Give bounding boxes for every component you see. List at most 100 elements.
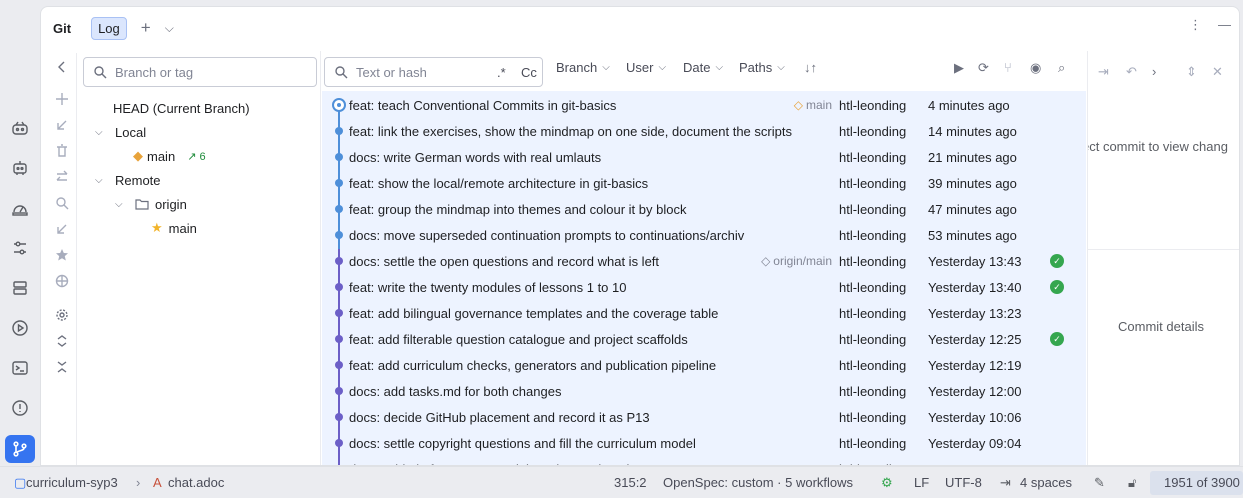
tab-log[interactable]: Log bbox=[91, 16, 127, 40]
fetch-icon[interactable] bbox=[54, 221, 70, 237]
check-passed-icon[interactable]: ✓ bbox=[1050, 332, 1064, 346]
compare-icon[interactable] bbox=[54, 169, 70, 185]
table-row[interactable]: feat: link the exercises, show the mindm… bbox=[322, 118, 1086, 144]
cherry-pick-icon[interactable]: ▶ bbox=[954, 60, 964, 76]
graph-options-icon[interactable]: ⑂ bbox=[1004, 60, 1012, 75]
sort-icon[interactable]: ↓↑ bbox=[804, 60, 817, 75]
line-separator[interactable]: LF bbox=[914, 475, 929, 490]
branch-search-field[interactable]: Branch or tag bbox=[83, 57, 317, 87]
terminal-icon[interactable] bbox=[8, 356, 32, 380]
table-row[interactable]: docs: settle the open questions and reco… bbox=[322, 248, 1086, 274]
table-row[interactable]: feat: teach Conventional Commits in git-… bbox=[322, 92, 1086, 118]
indent-setting[interactable]: 4 spaces bbox=[1020, 475, 1072, 490]
table-row[interactable]: feat: show the local/remote architecture… bbox=[322, 170, 1086, 196]
table-row[interactable]: docs: write German words with real umlau… bbox=[322, 144, 1086, 170]
tree-item-local-main[interactable]: ◆ main ↗ 6 bbox=[133, 144, 206, 168]
branches-panel: Branch or tag HEAD (Current Branch) ⌵ Lo… bbox=[79, 51, 321, 465]
chevron-down-icon[interactable]: ⌵ bbox=[165, 21, 174, 36]
tag-icon: ◆ bbox=[133, 148, 143, 163]
chevron-down-icon[interactable]: ⌵ bbox=[115, 199, 127, 210]
add-tab-icon[interactable]: + bbox=[141, 18, 151, 38]
gear-icon[interactable] bbox=[54, 307, 70, 323]
commit-date: Yesterday 12:00 bbox=[928, 383, 1022, 399]
table-row[interactable]: feat: add curriculum checks, generators … bbox=[322, 352, 1086, 378]
expand-all-icon[interactable] bbox=[54, 333, 70, 349]
table-row[interactable]: docs: add platform specs and thread 5 co… bbox=[322, 456, 1086, 466]
commit-author: htl-leonding bbox=[839, 305, 907, 321]
filter-paths[interactable]: Paths ⌵ bbox=[739, 60, 785, 75]
chevron-right-icon[interactable]: › bbox=[1152, 64, 1156, 79]
git-icon[interactable] bbox=[5, 435, 35, 463]
refresh-icon[interactable]: ⟳ bbox=[978, 60, 989, 76]
graph-node bbox=[335, 387, 343, 395]
file-encoding[interactable]: UTF-8 bbox=[945, 475, 982, 490]
lock-icon[interactable]: 🔓︎ bbox=[1128, 475, 1136, 491]
chevron-left-icon[interactable] bbox=[54, 59, 70, 75]
inspection-icon[interactable]: ⚙ bbox=[881, 475, 893, 491]
table-row[interactable]: docs: add tasks.md for both changes htl-l… bbox=[322, 378, 1086, 404]
minimize-icon[interactable]: — bbox=[1218, 17, 1231, 33]
tree-item-head[interactable]: HEAD (Current Branch) bbox=[113, 96, 250, 120]
commit-date: 4 minutes ago bbox=[928, 97, 1010, 113]
breadcrumb-file[interactable]: chat.adoc bbox=[168, 475, 224, 490]
table-row[interactable]: feat: group the mindmap into themes and … bbox=[322, 196, 1086, 222]
ai-assistant-icon[interactable] bbox=[8, 156, 32, 180]
commit-author: htl-leonding bbox=[839, 149, 907, 165]
problems-icon[interactable] bbox=[8, 396, 32, 420]
collapse-all-icon[interactable] bbox=[54, 359, 70, 375]
commit-date: 21 minutes ago bbox=[928, 149, 1017, 165]
check-passed-icon[interactable]: ✓ bbox=[1050, 254, 1064, 268]
commit-details-placeholder: Commit details bbox=[1118, 319, 1204, 334]
tree-item-origin-main[interactable]: ★ main bbox=[151, 216, 197, 240]
graph-node bbox=[335, 309, 343, 317]
chevron-down-icon[interactable]: ⌵ bbox=[95, 127, 107, 138]
eye-icon[interactable]: ◉ bbox=[1030, 60, 1041, 76]
commit-message: docs: settle copyright questions and fil… bbox=[349, 435, 696, 451]
search-icon[interactable] bbox=[54, 195, 70, 211]
openspec-status[interactable]: OpenSpec: custom · 5 workflows bbox=[663, 475, 853, 490]
update-icon[interactable] bbox=[54, 117, 70, 133]
database-icon[interactable] bbox=[8, 276, 32, 300]
tree-item-local[interactable]: ⌵ Local bbox=[95, 120, 146, 144]
copilot-icon[interactable] bbox=[8, 116, 32, 140]
memory-text: 1951 of 3900 bbox=[1164, 475, 1240, 490]
log-search-field[interactable]: Text or hash .* Cc bbox=[324, 57, 543, 87]
cherry-pick-icon[interactable]: ⇥ bbox=[1098, 64, 1109, 80]
more-options-icon[interactable]: ⋮ bbox=[1189, 17, 1202, 33]
undo-icon[interactable]: ↶ bbox=[1126, 64, 1137, 80]
filter-date[interactable]: Date ⌵ bbox=[683, 60, 723, 75]
ai-status-icon[interactable]: ✎ bbox=[1094, 475, 1105, 491]
settings-sliders-icon[interactable] bbox=[8, 236, 32, 260]
filter-branch[interactable]: Branch ⌵ bbox=[556, 60, 610, 75]
collapse-icon[interactable]: ✕ bbox=[1212, 64, 1223, 80]
new-branch-icon[interactable] bbox=[54, 91, 70, 107]
filter-user[interactable]: User ⌵ bbox=[626, 60, 666, 75]
chevron-down-icon[interactable]: ⌵ bbox=[95, 175, 107, 186]
table-row[interactable]: docs: decide GitHub placement and record… bbox=[322, 404, 1086, 430]
breadcrumb-project[interactable]: curriculum-syp3 bbox=[26, 475, 118, 490]
target-icon[interactable] bbox=[54, 273, 70, 289]
regex-toggle[interactable]: .* bbox=[497, 65, 506, 80]
tree-item-origin[interactable]: ⌵ origin bbox=[115, 192, 187, 216]
star-icon[interactable] bbox=[54, 247, 70, 263]
search-icon[interactable]: ⌕ bbox=[1058, 60, 1065, 76]
graph-node bbox=[335, 283, 343, 291]
check-passed-icon[interactable]: ✓ bbox=[1050, 280, 1064, 294]
table-row[interactable]: docs: move superseded continuation promp… bbox=[322, 222, 1086, 248]
table-row[interactable]: feat: add bilingual governance templates… bbox=[322, 300, 1086, 326]
dashboard-icon[interactable] bbox=[8, 196, 32, 220]
memory-indicator[interactable]: 1951 of 3900 bbox=[1150, 471, 1243, 495]
commit-message: docs: move superseded continuation promp… bbox=[349, 227, 745, 243]
table-row[interactable]: feat: write the twenty modules of lesson… bbox=[322, 274, 1086, 300]
tree-item-remote[interactable]: ⌵ Remote bbox=[95, 168, 161, 192]
caret-position[interactable]: 315:2 bbox=[614, 475, 647, 490]
match-case-toggle[interactable]: Cc bbox=[521, 65, 537, 80]
commit-author: htl-leonding bbox=[839, 409, 907, 425]
ref-text: origin/main bbox=[773, 254, 832, 268]
table-row[interactable]: feat: add filterable question catalogue … bbox=[322, 326, 1086, 352]
commit-message: docs: add tasks.md for both changes bbox=[349, 383, 562, 399]
delete-icon[interactable] bbox=[54, 143, 70, 159]
run-icon[interactable] bbox=[8, 316, 32, 340]
expand-icon[interactable]: ⇕ bbox=[1186, 64, 1197, 80]
table-row[interactable]: docs: settle copyright questions and fil… bbox=[322, 430, 1086, 456]
